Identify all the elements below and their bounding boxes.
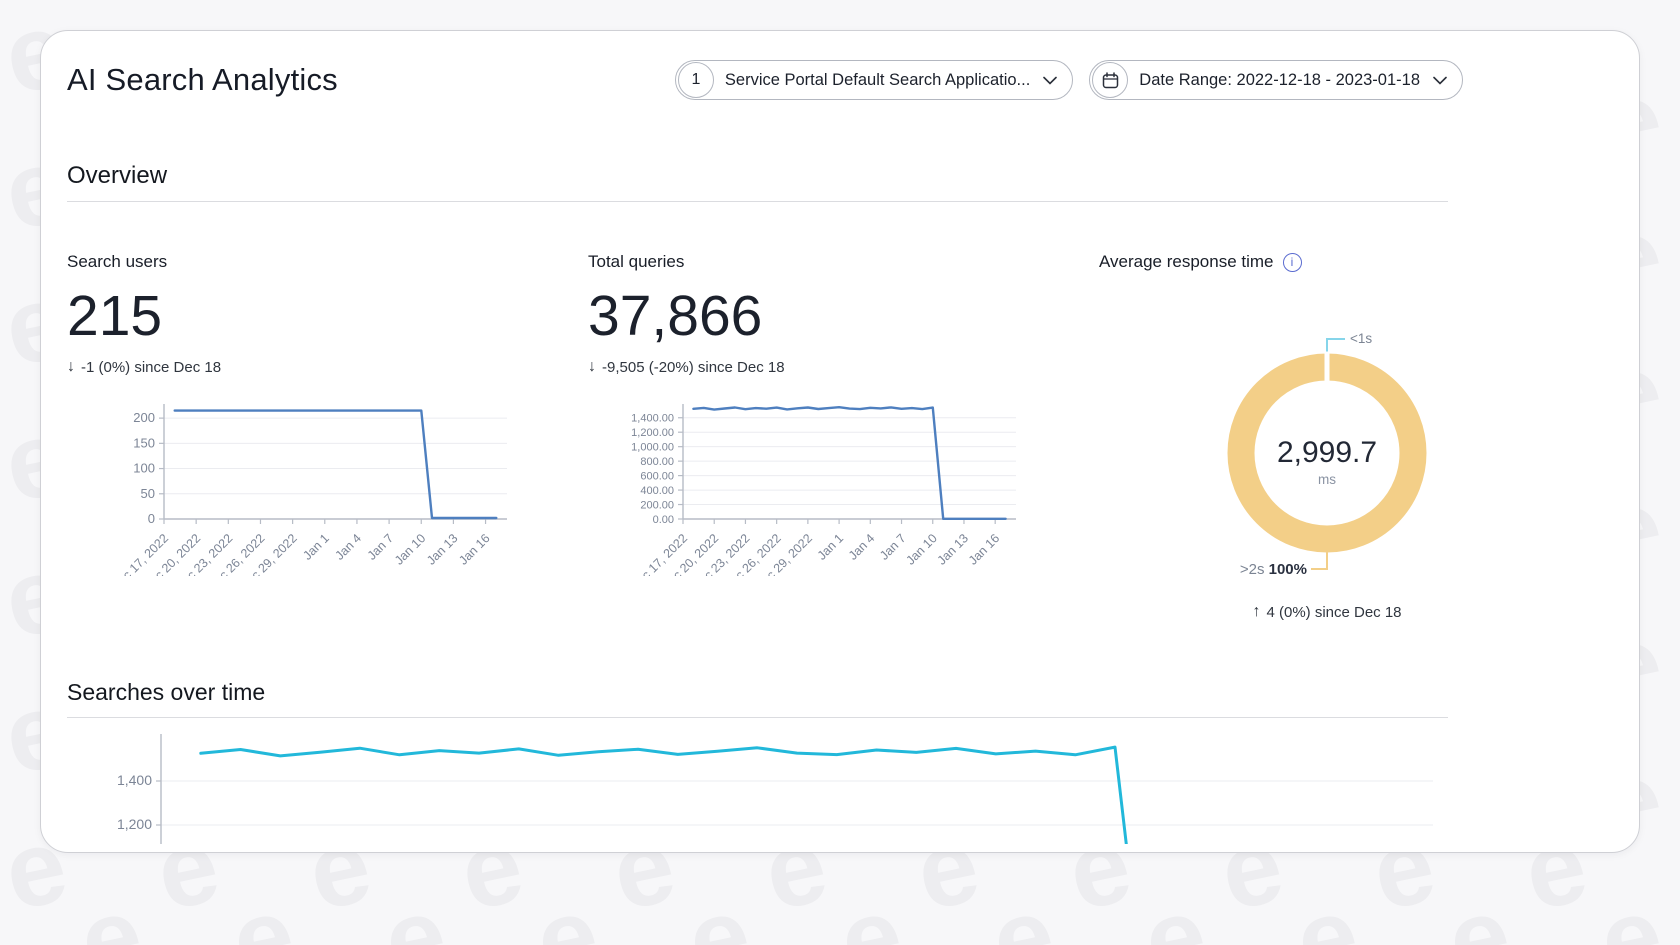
search-users-delta: ↓ -1 (0%) since Dec 18: [67, 358, 588, 376]
total-queries-card: Total queries 37,866 ↓ -9,505 (-20%) sin…: [588, 252, 1099, 621]
svg-text:0.00: 0.00: [653, 514, 674, 526]
svg-text:1,200.00: 1,200.00: [631, 427, 674, 439]
page-title: AI Search Analytics: [67, 62, 338, 98]
search-application-label: Service Portal Default Search Applicatio…: [725, 71, 1030, 90]
svg-text:Jan 4: Jan 4: [333, 531, 365, 563]
overview-section-title: Overview: [67, 162, 1613, 190]
avg-response-time-donut-chart: <1s >2s 100% 2,999.7 ms: [1177, 302, 1477, 602]
svg-text:200.00: 200.00: [640, 500, 674, 512]
arrow-up-icon: ↑: [1252, 603, 1260, 621]
svg-text:Jan 16: Jan 16: [966, 531, 1002, 567]
search-users-card: Search users 215 ↓ -1 (0%) since Dec 18 …: [67, 252, 588, 621]
avg-response-time-donut-wrap: <1s >2s 100% 2,999.7 ms: [1177, 302, 1477, 607]
svg-text:Jan 13: Jan 13: [424, 531, 460, 567]
date-range-label: Date Range: 2022-12-18 - 2023-01-18: [1139, 71, 1420, 90]
svg-text:>2s 100%: >2s 100%: [1240, 561, 1307, 578]
header-filters: 1 Service Portal Default Search Applicat…: [675, 60, 1463, 100]
svg-text:1,400.00: 1,400.00: [631, 413, 674, 425]
calendar-icon: [1102, 72, 1119, 89]
svg-text:2,999.7: 2,999.7: [1277, 436, 1377, 469]
searches-over-time-chart: 1,400 1,200: [67, 726, 1448, 844]
svg-text:Jan 13: Jan 13: [935, 531, 971, 567]
dashboard-card: AI Search Analytics 1 Service Portal Def…: [40, 30, 1640, 853]
section-divider: [67, 201, 1448, 202]
svg-text:<1s: <1s: [1350, 331, 1372, 346]
total-queries-delta: ↓ -9,505 (-20%) since Dec 18: [588, 358, 1099, 376]
arrow-down-icon: ↓: [67, 358, 75, 376]
search-application-selector[interactable]: 1 Service Portal Default Search Applicat…: [675, 60, 1073, 100]
svg-text:ms: ms: [1318, 472, 1336, 487]
info-icon[interactable]: i: [1283, 253, 1302, 272]
overview-metrics: Search users 215 ↓ -1 (0%) since Dec 18 …: [67, 252, 1448, 621]
svg-text:1,400: 1,400: [117, 772, 152, 788]
section-divider: [67, 717, 1448, 718]
searches-over-time-title: Searches over time: [67, 679, 1613, 706]
svg-text:Jan 1: Jan 1: [300, 531, 332, 563]
total-queries-trend-chart: 1,400.00 1,200.00 1,000.00 800.00 600.00 400.…: [588, 396, 1099, 576]
svg-text:Jan 10: Jan 10: [392, 531, 428, 567]
svg-text:Jan 4: Jan 4: [846, 531, 878, 563]
svg-text:100: 100: [133, 461, 155, 476]
avg-response-time-delta-text: 4 (0%) since Dec 18: [1266, 604, 1401, 621]
svg-text:150: 150: [133, 435, 155, 450]
total-queries-label: Total queries: [588, 252, 1099, 272]
avg-response-time-header: Average response time i: [1099, 252, 1448, 272]
search-users-value: 215: [67, 288, 588, 345]
search-users-label: Search users: [67, 252, 588, 272]
date-range-selector[interactable]: Date Range: 2022-12-18 - 2023-01-18: [1089, 60, 1463, 100]
svg-text:Jan 1: Jan 1: [815, 531, 847, 563]
svg-text:1,200: 1,200: [117, 816, 152, 832]
chevron-down-icon: [1433, 76, 1447, 85]
search-users-trend-chart: 200150100500Dec 17, 2022Dec 20, 2022Dec …: [67, 396, 588, 576]
avg-response-time-label: Average response time: [1099, 252, 1274, 272]
calendar-badge: [1092, 62, 1128, 98]
svg-text:Jan 10: Jan 10: [903, 531, 939, 567]
svg-text:0: 0: [148, 511, 155, 526]
searches-over-time-section: Searches over time 1,400 1,200: [67, 679, 1613, 844]
chevron-down-icon: [1043, 76, 1057, 85]
overview-section: Overview Search users 215 ↓ -1 (0%) sinc…: [67, 162, 1613, 621]
total-queries-delta-text: -9,505 (-20%) since Dec 18: [602, 359, 785, 376]
page: { "page": { "title": "AI Search Analytic…: [0, 0, 1680, 945]
svg-text:50: 50: [141, 486, 155, 501]
svg-text:Jan 16: Jan 16: [456, 531, 492, 567]
svg-text:600.00: 600.00: [640, 471, 674, 483]
total-queries-value: 37,866: [588, 288, 1099, 345]
search-users-delta-text: -1 (0%) since Dec 18: [81, 359, 221, 376]
svg-text:200: 200: [133, 410, 155, 425]
avg-response-time-card: Average response time i <1s >2s 100% 2,999…: [1099, 252, 1448, 621]
arrow-down-icon: ↓: [588, 358, 596, 376]
app-count-badge: 1: [678, 62, 714, 98]
svg-text:800.00: 800.00: [640, 456, 674, 468]
svg-text:400.00: 400.00: [640, 485, 674, 497]
svg-text:1,000.00: 1,000.00: [631, 442, 674, 454]
topbar: AI Search Analytics 1 Service Portal Def…: [67, 58, 1613, 102]
